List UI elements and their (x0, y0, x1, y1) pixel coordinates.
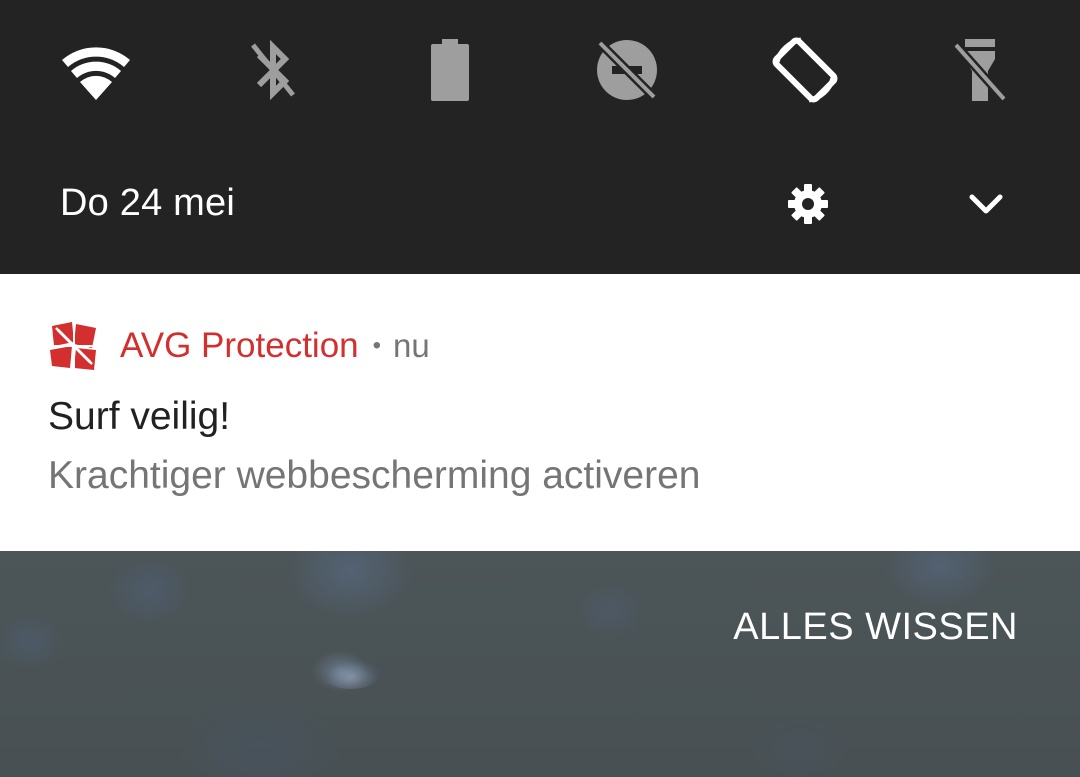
wifi-icon (62, 47, 130, 100)
dnd-tile[interactable] (585, 28, 669, 112)
notification-card[interactable]: AVG Protection • nu Surf veilig! Krachti… (0, 274, 1080, 551)
expand-button[interactable] (958, 176, 1014, 232)
clear-all-button[interactable]: ALLES WISSEN (733, 606, 1018, 649)
header-separator: • (372, 332, 382, 359)
auto-rotate-icon (772, 37, 838, 103)
notification-time: nu (393, 327, 430, 364)
avg-logo (50, 322, 96, 370)
date-label[interactable]: Do 24 mei (60, 178, 235, 228)
flashlight-tile[interactable] (938, 28, 1022, 112)
wifi-tile[interactable] (54, 28, 138, 112)
do-not-disturb-off-icon (596, 39, 658, 101)
flashlight-off-icon (952, 39, 1008, 102)
bluetooth-off-icon (251, 39, 295, 101)
bluetooth-tile[interactable] (231, 28, 315, 112)
gear-icon (788, 184, 828, 224)
chevron-down-icon (969, 194, 1003, 214)
notification-shade: Do 24 mei AVG Protection • nu Surf veili… (0, 0, 1080, 777)
wallpaper (0, 551, 1080, 777)
settings-button[interactable] (780, 176, 836, 232)
battery-tile[interactable] (408, 28, 492, 112)
water-droplet (322, 659, 380, 689)
notification-header: AVG Protection • nu (48, 318, 430, 374)
quick-settings-panel: Do 24 mei (0, 0, 1080, 274)
auto-rotate-tile[interactable] (763, 28, 847, 112)
app-name: AVG Protection (120, 326, 359, 365)
notification-text: Krachtiger webbescherming activeren (48, 454, 701, 497)
notification-title: Surf veilig! (48, 395, 231, 438)
battery-icon (431, 39, 469, 101)
